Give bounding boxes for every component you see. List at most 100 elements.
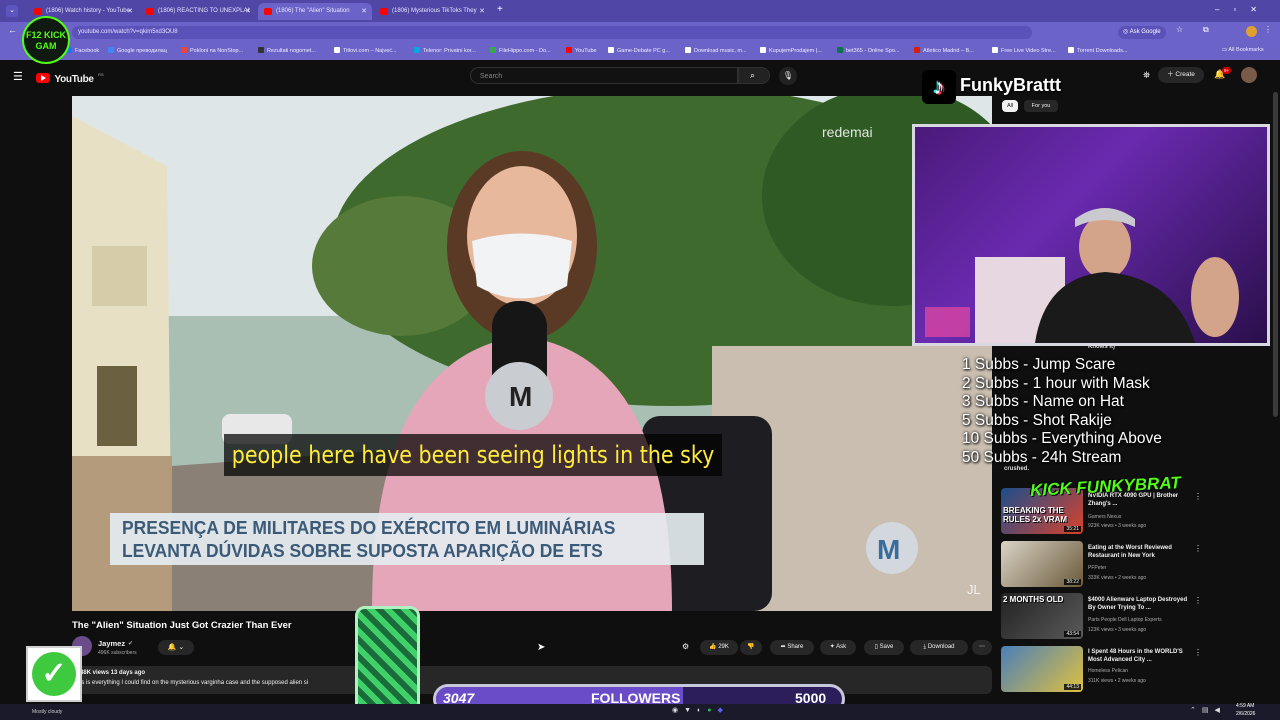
rec-thumbnail[interactable]: 38:22: [1001, 541, 1083, 587]
voice-search-button[interactable]: 🎙: [779, 67, 797, 85]
rec-thumbnail[interactable]: 2 MONTHS OLD 43:54: [1001, 593, 1083, 639]
bookmarks-bar: Facebook Google преводилац Pokloni na No…: [0, 42, 1280, 60]
thanks-icon[interactable]: ⚙: [682, 642, 689, 651]
cast-icon[interactable]: ⛯: [1143, 70, 1150, 81]
bookmark-free-live-video[interactable]: Free Live Video Stre...: [992, 47, 1056, 54]
ask-google-button[interactable]: ◎ Ask Google: [1118, 26, 1166, 39]
spotify-icon[interactable]: ●: [707, 707, 717, 714]
bookmark-filehippo[interactable]: FileHippo.com - Do...: [490, 47, 551, 54]
scrollbar[interactable]: [1273, 92, 1278, 417]
close-icon[interactable]: ✕: [127, 3, 133, 20]
bookmark-star-icon[interactable]: ☆: [1176, 25, 1183, 34]
url-text: youtube.com/watch?v=qkim5xd3OU8: [78, 29, 178, 35]
all-bookmarks[interactable]: ▭ All Bookmarks: [1222, 47, 1264, 53]
rec-channel[interactable]: Homeless Pelican: [1088, 666, 1192, 676]
bookmark-atletico[interactable]: Atletico Madrid – B...: [914, 47, 974, 54]
rec-menu-icon[interactable]: ⋮: [1194, 544, 1202, 553]
atletico-icon: [914, 47, 920, 53]
rec-meta: 923K views • 3 weeks ago: [1088, 523, 1147, 529]
subscribed-button[interactable]: 🔔 ⌄: [158, 640, 194, 655]
clock-time[interactable]: 4:59 AM: [1236, 703, 1254, 709]
mouse-cursor-icon: ➤: [537, 642, 546, 653]
music-icon: [685, 47, 691, 53]
bookmark-titlovi[interactable]: Titlovi.com – Najveć...: [334, 47, 397, 54]
window-controls: –▫✕: [1215, 5, 1271, 14]
youtube-play-icon: [36, 73, 50, 83]
video-icon: [992, 47, 998, 53]
rec-title[interactable]: $4000 Alienware Laptop Destroyed By Owne…: [1088, 596, 1192, 612]
extensions-icon[interactable]: ⧉: [1203, 25, 1209, 35]
discord-icon[interactable]: ◆: [718, 707, 729, 714]
close-icon[interactable]: ✕: [361, 3, 367, 20]
address-bar[interactable]: youtube.com/watch?v=qkim5xd3OU8: [72, 26, 1032, 39]
all-bookmarks-label: All Bookmarks: [1228, 47, 1264, 53]
create-button[interactable]: ＋ Create: [1158, 67, 1204, 83]
torrent-icon: [1068, 47, 1074, 53]
video-player[interactable]: M M redemai people here have been seeing…: [72, 96, 992, 611]
bookmark-facebook[interactable]: Facebook: [66, 47, 99, 54]
volume-icon[interactable]: ◀: [1215, 707, 1226, 714]
tiktok-logo-icon: ♪: [922, 70, 956, 104]
close-icon[interactable]: ✕: [245, 3, 251, 20]
partial-rec-text: Knows It): [1088, 344, 1115, 350]
bookmark-download-music[interactable]: Download music, m...: [685, 47, 747, 54]
bookmark-torrent[interactable]: Torrent Downloads...: [1068, 47, 1127, 54]
back-icon[interactable]: ←: [8, 25, 17, 35]
bookmark-telenor[interactable]: Telenor: Privatni kor...: [414, 47, 476, 54]
rec-title[interactable]: I Spent 48 Hours in the WORLD'S Most Adv…: [1088, 648, 1192, 664]
channel-name[interactable]: Jaymez: [98, 639, 125, 648]
google-translate-icon: [108, 47, 114, 53]
rec-menu-icon[interactable]: ⋮: [1194, 596, 1202, 605]
rec-channel[interactable]: Parts People Dell Laptop Experts: [1088, 615, 1192, 625]
tab-mysterious-tiktoks[interactable]: (1806) Mysterious TikToks They ✕: [374, 3, 490, 20]
bookmark-rezultati[interactable]: Rezultati nogomet...: [258, 47, 316, 54]
bookmark-bet365[interactable]: bet365 - Online Spo...: [837, 47, 900, 54]
tab-search-button[interactable]: ⌄: [6, 5, 18, 17]
search-input[interactable]: Search: [470, 67, 738, 84]
chrome-icon[interactable]: ◉: [672, 707, 684, 714]
duration-badge: 44:13: [1064, 684, 1081, 690]
bookmark-google-translate[interactable]: Google преводилац: [108, 47, 167, 54]
bookmark-youtube[interactable]: YouTube: [566, 47, 597, 54]
search-button[interactable]: ⌕: [738, 67, 770, 84]
hamburger-menu-icon[interactable]: ☰: [13, 70, 23, 83]
more-actions-button[interactable]: ⋯: [972, 640, 992, 655]
bookmark-nonstop[interactable]: Pokloni na NonStop...: [181, 47, 243, 54]
save-button[interactable]: ▯ Save: [864, 640, 904, 655]
brave-icon[interactable]: ▼: [684, 707, 697, 714]
verified-icon: ✔: [128, 641, 134, 647]
download-button[interactable]: ⤓ Download: [910, 640, 968, 655]
rec-thumbnail[interactable]: 44:13: [1001, 646, 1083, 692]
chyron-line-2: LEVANTA DÚVIDAS SOBRE SUPOSTA APARIÇÃO D…: [122, 541, 603, 561]
maximize-icon[interactable]: ▫: [1233, 5, 1250, 14]
clock-date[interactable]: 2/6/2026: [1236, 711, 1255, 717]
youtube-logo[interactable]: YouTube RS: [36, 69, 104, 87]
new-tab-button[interactable]: +: [497, 4, 503, 15]
edge-icon[interactable]: ◐: [697, 707, 707, 714]
account-avatar[interactable]: [1241, 67, 1257, 83]
tab-reacting[interactable]: (1806) REACTING TO UNEXPLAI ✕: [140, 3, 256, 20]
share-button[interactable]: ➦ Share: [770, 640, 814, 655]
profile-avatar[interactable]: [1246, 26, 1257, 37]
rec-title[interactable]: Eating at the Worst Reviewed Restaurant …: [1088, 544, 1192, 560]
rec-channel[interactable]: PFPeter: [1088, 563, 1192, 573]
region-badge: RS: [98, 72, 104, 77]
like-button[interactable]: 👍 29K: [700, 640, 738, 655]
network-icon[interactable]: ▤: [1202, 707, 1215, 714]
tray-chevron-icon[interactable]: ⌃: [1190, 707, 1202, 714]
close-icon[interactable]: ✕: [479, 3, 485, 20]
rec-menu-icon[interactable]: ⋮: [1194, 492, 1202, 501]
chyron-line-1: PRESENÇA DE MILITARES DO EXÉRCITO EM LUM…: [122, 518, 616, 538]
ask-button[interactable]: ✦ Ask: [820, 640, 856, 655]
minimize-icon[interactable]: –: [1215, 5, 1233, 14]
video-title: The "Alien" Situation Just Got Crazier T…: [72, 620, 292, 631]
menu-dots-icon[interactable]: ⋮: [1264, 25, 1272, 34]
rec-menu-icon[interactable]: ⋮: [1194, 648, 1202, 657]
weather-text: Mostly cloudy: [32, 709, 63, 715]
create-label: Create: [1175, 71, 1195, 78]
bookmark-game-debate[interactable]: Game-Debate PC g...: [608, 47, 670, 54]
dislike-button[interactable]: 👎: [740, 640, 762, 655]
tab-alien-situation[interactable]: (1806) The "Alien" Situation ✕: [258, 3, 372, 20]
close-window-icon[interactable]: ✕: [1250, 5, 1271, 14]
bookmark-kupujemprodajem[interactable]: KupujemProdajem |...: [760, 47, 822, 54]
